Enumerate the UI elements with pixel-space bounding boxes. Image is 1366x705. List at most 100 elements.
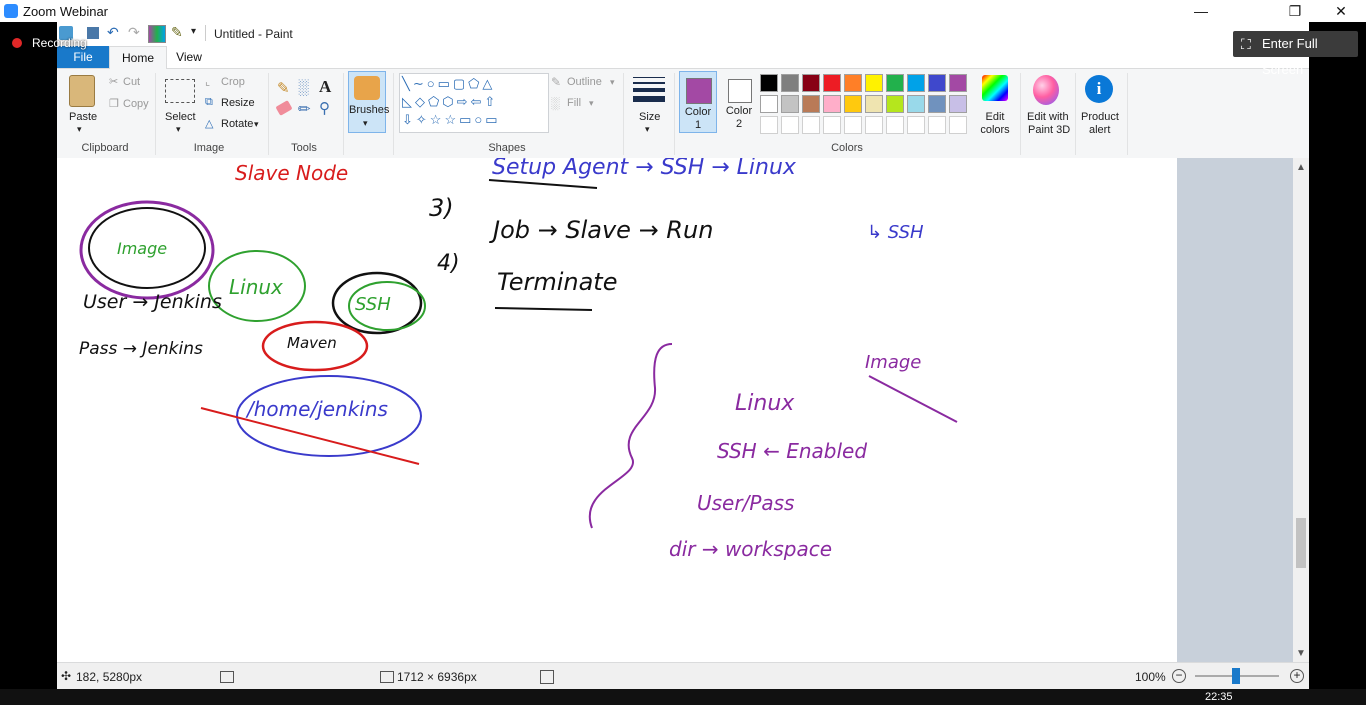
color-swatch[interactable]: [865, 74, 883, 92]
color-swatch[interactable]: [907, 116, 925, 134]
underline-setup: [488, 179, 598, 189]
scroll-down-icon[interactable]: ▼: [1296, 648, 1306, 659]
pencil-qat-icon[interactable]: ✎: [171, 24, 183, 41]
color1-button[interactable]: Color 1: [679, 71, 717, 133]
color-swatch[interactable]: [760, 116, 778, 134]
fullscreen-icon: ⛶: [1241, 36, 1251, 52]
color-swatch[interactable]: [781, 116, 799, 134]
color-swatch[interactable]: [823, 74, 841, 92]
outline-dropdown-icon[interactable]: ▾: [610, 77, 615, 88]
magnifier-icon[interactable]: ⚲: [319, 99, 330, 117]
color-swatch[interactable]: [844, 116, 862, 134]
edit-colors-icon[interactable]: [982, 75, 1008, 101]
vertical-scrollbar[interactable]: ▲ ▼: [1293, 158, 1309, 662]
color-swatch[interactable]: [823, 95, 841, 113]
tab-home[interactable]: Home: [109, 46, 167, 69]
text-tool-icon[interactable]: A: [319, 77, 331, 97]
color-swatch[interactable]: [928, 116, 946, 134]
edit-paint3d-button[interactable]: Edit with: [1027, 111, 1069, 123]
color-picker-tool-icon[interactable]: ✏: [298, 100, 311, 118]
size-icon[interactable]: [633, 77, 665, 103]
color-swatch[interactable]: [781, 74, 799, 92]
color-swatch[interactable]: [844, 95, 862, 113]
copy-icon[interactable]: ❐: [109, 97, 119, 110]
zoom-out-icon[interactable]: −: [1172, 669, 1186, 683]
paint3d-icon[interactable]: [1033, 75, 1059, 105]
zoom-in-icon[interactable]: +: [1290, 669, 1304, 683]
color-swatch[interactable]: [886, 95, 904, 113]
fill-bucket-icon[interactable]: ░: [298, 79, 309, 96]
paste-button[interactable]: Paste: [69, 111, 97, 123]
image-size-icon: [380, 671, 394, 683]
eraser-icon[interactable]: [275, 100, 293, 116]
shapes-row-2-icon[interactable]: ◺◇⬠⬡⇨⇦⇧: [402, 94, 498, 110]
tab-view[interactable]: View: [167, 46, 211, 68]
color-swatch[interactable]: [886, 116, 904, 134]
color-swatch[interactable]: [928, 74, 946, 92]
size-button[interactable]: Size: [639, 111, 660, 123]
color-picker-icon[interactable]: [148, 25, 166, 43]
cut-icon[interactable]: ✂: [109, 75, 118, 88]
crop-button[interactable]: Crop: [221, 76, 245, 88]
paste-icon[interactable]: [69, 75, 95, 107]
user-jenkins-text: User → Jenkins: [83, 291, 222, 313]
color-swatch[interactable]: [907, 95, 925, 113]
shapes-gallery[interactable]: ╲∼○▭▢⬠△ ◺◇⬠⬡⇨⇦⇧ ⇩✧☆☆▭○▭: [399, 73, 549, 133]
restore-button[interactable]: ❐: [1272, 0, 1318, 22]
color-swatch[interactable]: [949, 95, 967, 113]
shapes-row-3-icon[interactable]: ⇩✧☆☆▭○▭: [402, 112, 501, 128]
outline-icon[interactable]: ✎: [551, 75, 561, 89]
color-swatch[interactable]: [760, 74, 778, 92]
size-dropdown-icon[interactable]: ▾: [645, 124, 650, 135]
color-swatch[interactable]: [949, 74, 967, 92]
pencil-icon[interactable]: ✎: [277, 79, 290, 97]
scroll-thumb[interactable]: [1296, 518, 1306, 568]
select-button[interactable]: Select: [165, 111, 196, 123]
zoom-slider-thumb[interactable]: [1232, 668, 1240, 684]
color-swatch[interactable]: [865, 95, 883, 113]
color-swatch[interactable]: [886, 74, 904, 92]
rotate-dropdown-icon[interactable]: ▾: [254, 119, 259, 130]
select-dropdown-icon[interactable]: ▾: [176, 124, 181, 135]
color-swatch[interactable]: [781, 95, 799, 113]
color-swatch[interactable]: [802, 74, 820, 92]
color-swatch[interactable]: [907, 74, 925, 92]
brushes-button[interactable]: Brushes ▾: [348, 71, 389, 133]
color-swatch[interactable]: [802, 116, 820, 134]
save-icon[interactable]: [87, 27, 99, 39]
minimize-button[interactable]: —: [1178, 0, 1224, 22]
color-swatch[interactable]: [949, 116, 967, 134]
enter-fullscreen-button[interactable]: ⛶ Enter Full Screen: [1233, 31, 1358, 77]
outline-button[interactable]: Outline: [567, 76, 602, 88]
undo-icon[interactable]: ↶: [107, 24, 119, 41]
shapes-row-1-icon[interactable]: ╲∼○▭▢⬠△: [402, 76, 495, 92]
color-swatch[interactable]: [844, 74, 862, 92]
drawing-canvas[interactable]: Slave Node 3) Setup Agent → SSH → Linux …: [57, 158, 1177, 662]
scroll-up-icon[interactable]: ▲: [1296, 162, 1306, 173]
cut-button[interactable]: Cut: [123, 76, 140, 88]
edit-colors-button[interactable]: Edit: [981, 111, 1009, 123]
color2-button[interactable]: Color 2: [721, 71, 759, 133]
rotate-icon[interactable]: △: [205, 117, 213, 130]
resize-icon[interactable]: ⧉: [205, 96, 213, 109]
color-swatch[interactable]: [928, 95, 946, 113]
resize-button[interactable]: Resize: [221, 97, 255, 109]
copy-button[interactable]: Copy: [123, 98, 149, 110]
qat-dropdown-icon[interactable]: ▾: [191, 26, 196, 37]
select-icon[interactable]: [165, 79, 195, 103]
slave-node-text: Slave Node: [235, 161, 348, 185]
color-swatch[interactable]: [760, 95, 778, 113]
redo-icon[interactable]: ↷: [128, 24, 140, 41]
color-swatch[interactable]: [802, 95, 820, 113]
crop-icon[interactable]: ⌞: [205, 75, 210, 88]
color-swatch[interactable]: [865, 116, 883, 134]
product-alert-icon[interactable]: i: [1085, 75, 1113, 103]
fill-icon[interactable]: ░: [551, 96, 560, 110]
fill-dropdown-icon[interactable]: ▾: [589, 98, 594, 109]
product-alert-button[interactable]: Product: [1081, 111, 1119, 123]
paste-dropdown-icon[interactable]: ▾: [77, 124, 82, 135]
rotate-button[interactable]: Rotate: [221, 118, 253, 130]
close-button[interactable]: ✕: [1318, 0, 1364, 22]
color-swatch[interactable]: [823, 116, 841, 134]
fill-button[interactable]: Fill: [567, 97, 581, 109]
